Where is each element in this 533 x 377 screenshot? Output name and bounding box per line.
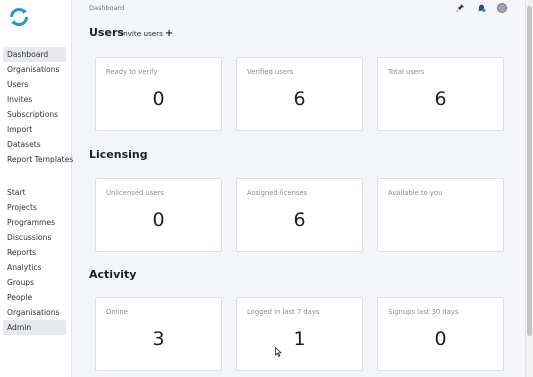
- page-scrollbar[interactable]: [525, 0, 533, 377]
- sidebar-item-people[interactable]: People: [3, 290, 66, 305]
- sidebar-item-import[interactable]: Import: [3, 122, 66, 137]
- card-available-to-you[interactable]: Available to you: [377, 178, 504, 252]
- sidebar-item-discussions[interactable]: Discussions: [3, 230, 66, 245]
- card-value: 0: [434, 328, 447, 350]
- card-label: Verified users: [247, 68, 294, 76]
- sidebar-item-projects[interactable]: Projects: [3, 200, 66, 215]
- card-value: 0: [152, 209, 165, 231]
- activity-section-title: Activity: [89, 268, 137, 281]
- licensing-section-title: Licensing: [89, 148, 148, 161]
- users-section-title: Users: [89, 26, 124, 39]
- sidebar-item-start[interactable]: Start: [3, 185, 66, 200]
- invite-users-button[interactable]: Invite users +: [121, 27, 174, 39]
- sidebar-item-dashboard[interactable]: Dashboard: [3, 47, 66, 62]
- card-value: 6: [293, 88, 306, 110]
- card-value: 6: [434, 88, 447, 110]
- sidebar-item-reports[interactable]: Reports: [3, 245, 66, 260]
- card-value: 3: [152, 328, 165, 350]
- card-label: Assigned licenses: [247, 189, 308, 197]
- avatar[interactable]: [497, 3, 507, 13]
- sidebar-item-report-templates[interactable]: Report Templates: [3, 152, 73, 167]
- scrollbar-thumb[interactable]: [527, 6, 532, 336]
- plus-icon: +: [164, 27, 174, 39]
- sidebar-item-analytics[interactable]: Analytics: [3, 260, 66, 275]
- sidebar-item-organisations-2[interactable]: Organisations: [3, 305, 66, 320]
- card-verified-users[interactable]: Verified users 6: [236, 57, 363, 131]
- sidebar-item-programmes[interactable]: Programmes: [3, 215, 66, 230]
- main-content: Dashboard Users Invite users + Ready to …: [73, 0, 525, 377]
- sidebar: Dashboard Organisations Users Invites Su…: [0, 0, 73, 377]
- card-total-users[interactable]: Total users 6: [377, 57, 504, 131]
- sidebar-nav-admin: Dashboard Organisations Users Invites Su…: [3, 47, 73, 167]
- card-value: 6: [293, 209, 306, 231]
- sidebar-item-admin[interactable]: Admin: [3, 320, 66, 335]
- card-label: Ready to verify: [106, 68, 158, 76]
- card-assigned-licenses[interactable]: Assigned licenses 6: [236, 178, 363, 252]
- invite-users-label: Invite users: [121, 29, 163, 38]
- card-label: Logged in last 7 days: [247, 308, 320, 316]
- card-label: Signups last 30 days: [388, 308, 459, 316]
- card-value: 0: [152, 88, 165, 110]
- mouse-cursor-icon: [275, 344, 282, 362]
- card-label: Available to you: [388, 189, 443, 197]
- sidebar-item-invites[interactable]: Invites: [3, 92, 66, 107]
- card-logged-in-last-7-days[interactable]: Logged in last 7 days 1: [236, 297, 363, 371]
- sidebar-nav-main: Start Projects Programmes Discussions Re…: [3, 185, 66, 335]
- header-actions: [455, 3, 507, 13]
- card-online[interactable]: Online 3: [95, 297, 222, 371]
- card-value: 1: [293, 328, 306, 350]
- card-ready-to-verify[interactable]: Ready to verify 0: [95, 57, 222, 131]
- card-label: Online: [106, 308, 128, 316]
- app-logo-icon[interactable]: [8, 6, 30, 28]
- card-signups-last-30-days[interactable]: Signups last 30 days 0: [377, 297, 504, 371]
- card-label: Total users: [388, 68, 425, 76]
- sidebar-item-users[interactable]: Users: [3, 77, 66, 92]
- sidebar-item-groups[interactable]: Groups: [3, 275, 66, 290]
- breadcrumb[interactable]: Dashboard: [89, 4, 124, 12]
- sidebar-item-datasets[interactable]: Datasets: [3, 137, 66, 152]
- notifications-icon[interactable]: [476, 3, 486, 13]
- sidebar-item-subscriptions[interactable]: Subscriptions: [3, 107, 66, 122]
- card-unlicensed-users[interactable]: Unlicensed users 0: [95, 178, 222, 252]
- card-label: Unlicensed users: [106, 189, 164, 197]
- sidebar-item-organisations[interactable]: Organisations: [3, 62, 66, 77]
- pin-icon[interactable]: [455, 3, 465, 13]
